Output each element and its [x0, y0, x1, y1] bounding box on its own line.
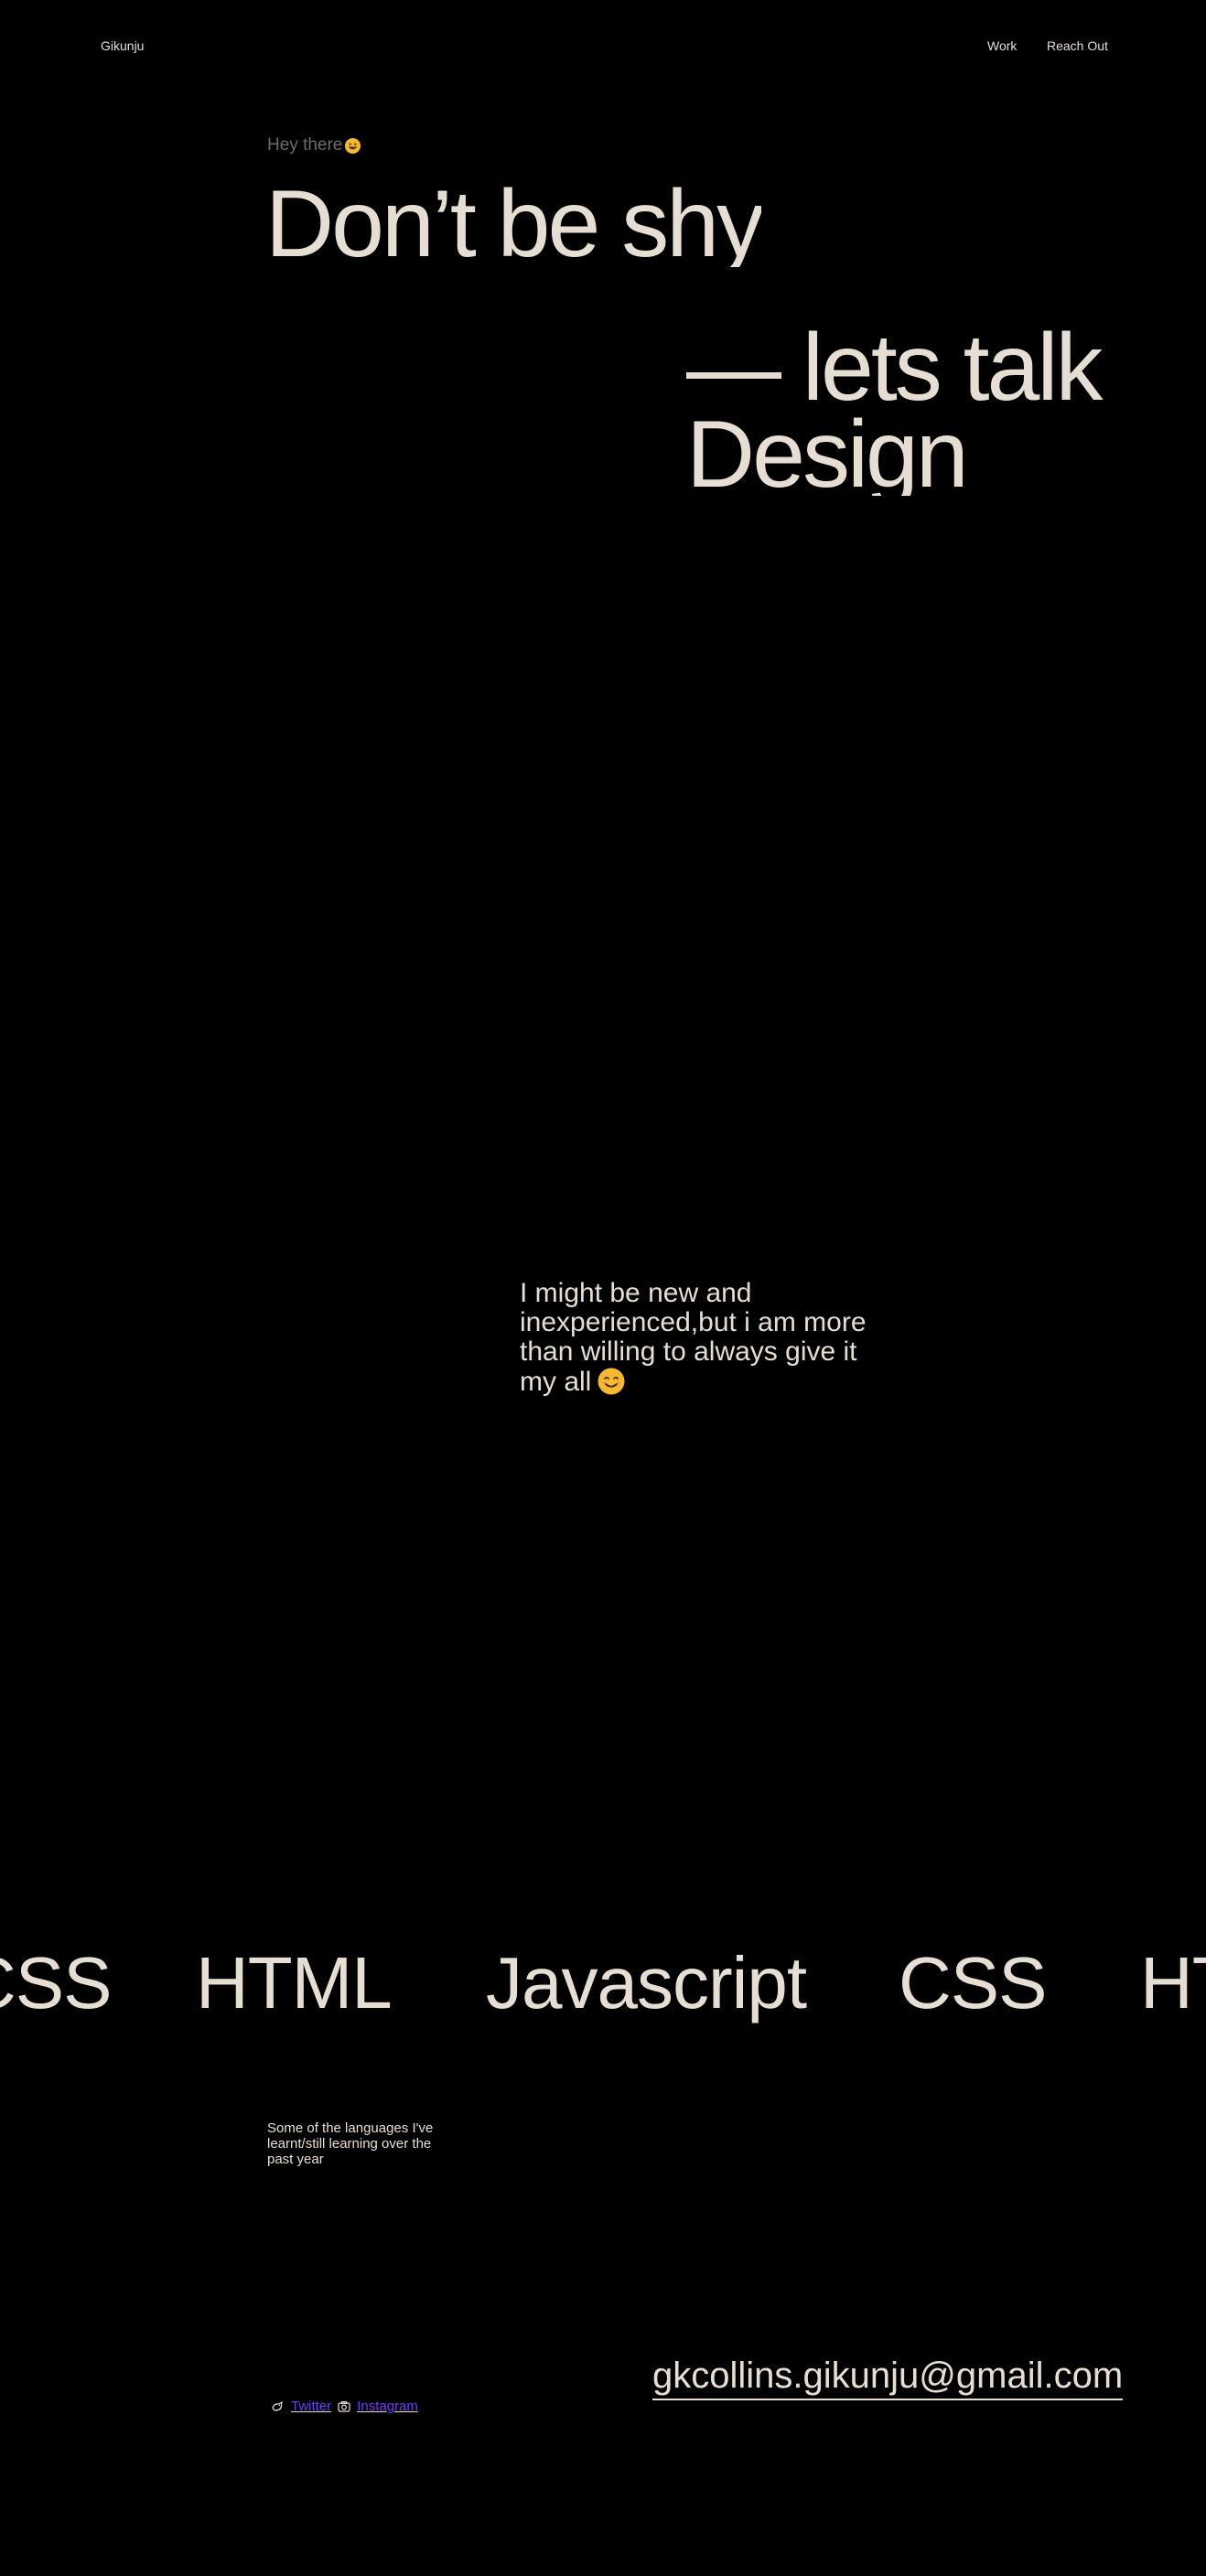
statement-text: I might be new and inexperienced,but i a… [520, 1278, 867, 1397]
bird-icon [271, 2399, 285, 2414]
nav-work-link[interactable]: Work [987, 38, 1017, 53]
twitter-link[interactable]: Twitter [291, 2399, 331, 2414]
greeting: Hey there [267, 135, 361, 156]
hero-heading-line-2: — lets talk [686, 315, 1103, 421]
camera-icon [337, 2399, 351, 2414]
smiling-face-icon [597, 1367, 626, 1396]
marquee-word: CSS [0, 1942, 112, 2023]
greeting-text: Hey there [267, 135, 343, 155]
languages-marquee: CSS HTML Javascript CSS HTML [0, 1941, 1206, 2025]
nav-reach-out-link[interactable]: Reach Out [1047, 38, 1108, 53]
instagram-link[interactable]: Instagram [357, 2399, 418, 2414]
social-links: Twitter Instagram [271, 2399, 418, 2414]
hero-heading-line-1: Don’t be shy [265, 174, 762, 267]
brand-logo[interactable]: Gikunju [101, 38, 144, 53]
email-link[interactable]: gkcollins.gikunju@gmail.com [652, 2353, 1124, 2400]
marquee-word: HTML [196, 1942, 393, 2023]
statement-paragraph: I might be new and inexperienced,but i a… [520, 1279, 886, 1397]
marquee-word: HTML [1140, 1942, 1206, 2023]
languages-caption: Some of the languages I've learnt/still … [267, 2120, 434, 2167]
marquee-word: CSS [899, 1942, 1047, 2023]
marquee-word: Javascript [486, 1942, 807, 2023]
grinning-face-icon [344, 137, 361, 155]
hero-heading-line-3: Design [686, 412, 966, 496]
